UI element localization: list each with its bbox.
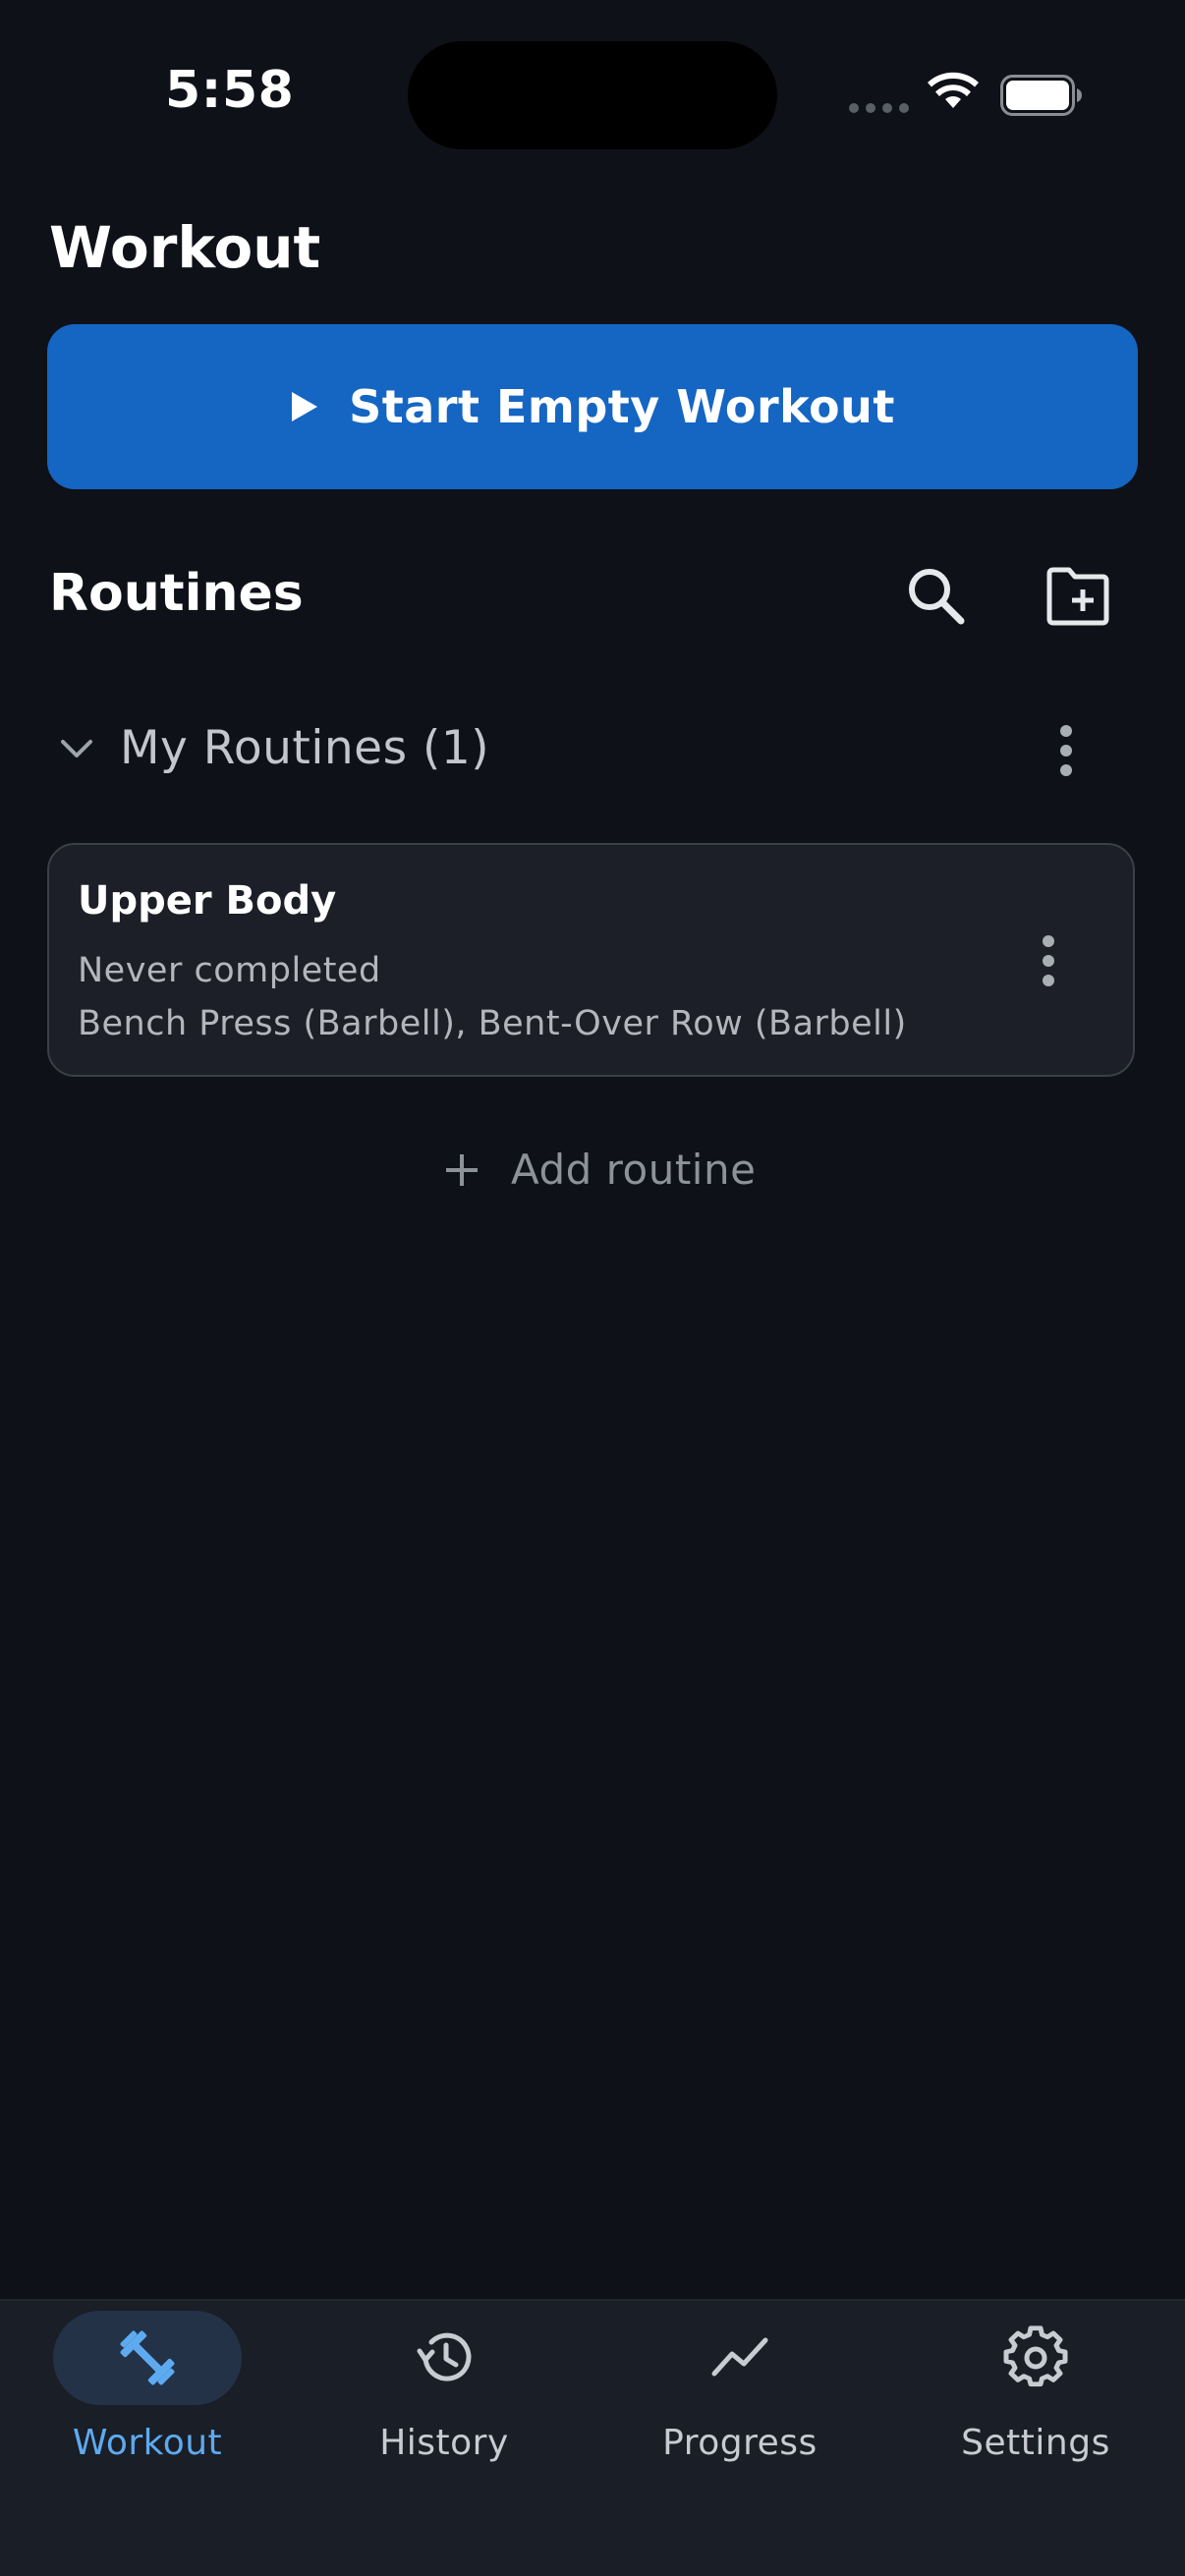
nav-label-progress: Progress [662,2423,818,2463]
start-empty-workout-label: Start Empty Workout [349,380,895,433]
cellular-signal-icon [849,103,909,113]
add-routine-label: Add routine [511,1146,757,1194]
nav-label-settings: Settings [961,2423,1110,2463]
routine-last-completed: Never completed [78,951,381,990]
nav-item-workout[interactable]: Workout [0,2311,295,2463]
nav-item-history[interactable]: History [297,2311,592,2463]
wifi-icon [928,72,979,108]
battery-icon [1000,75,1082,116]
add-routine-button[interactable]: Add routine [442,1146,756,1194]
page-title: Workout [49,214,321,281]
dynamic-island [408,41,777,149]
plus-icon [446,1153,478,1186]
routines-heading: Routines [49,564,304,623]
dumbbell-icon [120,2330,175,2385]
nav-label-workout: Workout [72,2423,223,2463]
nav-label-history: History [379,2423,509,2463]
history-icon [417,2332,472,2381]
trend-icon [711,2337,768,2377]
nav-item-settings[interactable]: Settings [888,2311,1183,2463]
folder-add-icon[interactable] [1044,566,1112,627]
routine-group-title[interactable]: My Routines (1) [120,721,489,775]
routine-more-icon[interactable] [1034,933,1063,988]
play-icon [292,392,318,421]
status-time: 5:58 [165,61,295,120]
start-empty-workout-button[interactable]: Start Empty Workout [47,324,1138,489]
nav-item-progress[interactable]: Progress [592,2311,887,2463]
gear-icon [1003,2325,1068,2387]
routine-name: Upper Body [78,878,337,924]
group-more-icon[interactable] [1051,723,1081,778]
search-icon[interactable] [902,562,971,631]
routine-exercises: Bench Press (Barbell), Bent-Over Row (Ba… [78,1004,907,1043]
chevron-down-icon[interactable] [57,729,96,768]
